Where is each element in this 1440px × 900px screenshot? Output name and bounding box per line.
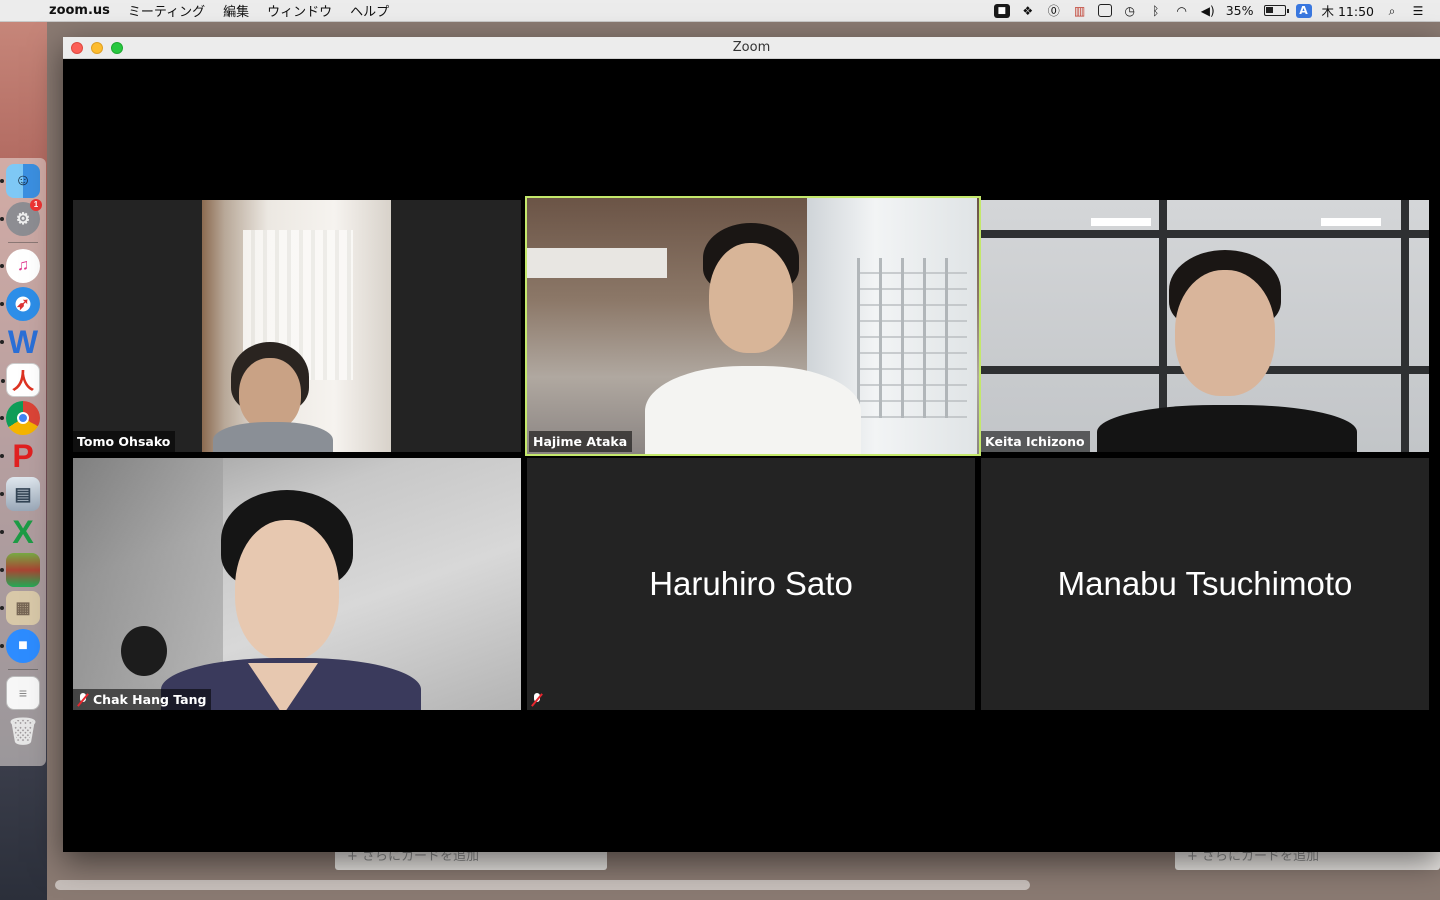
participant-display-name: Manabu Tsuchimoto <box>1057 565 1353 602</box>
badge: 1 <box>30 199 42 211</box>
close-button[interactable] <box>71 42 83 54</box>
onepassword-icon[interactable]: ⓪ <box>1046 4 1062 18</box>
zoom-window: Zoom Tomo Ohsako Hajime Ataka Keita Ichi… <box>63 37 1440 852</box>
safari-icon[interactable]: ➶ <box>0 287 40 321</box>
finder-icon[interactable]: ☺ <box>0 164 40 198</box>
bluetooth-icon[interactable]: ᛒ <box>1148 4 1164 18</box>
archive-utility-icon[interactable]: ▦ <box>0 591 40 625</box>
notification-center-icon[interactable]: ☰ <box>1410 4 1426 18</box>
participant-name-tag: Tomo Ohsako <box>73 431 176 452</box>
dropbox-icon[interactable]: ❖ <box>1020 4 1036 18</box>
participant-video <box>73 200 521 452</box>
paw-icon[interactable]: P <box>0 438 40 474</box>
istat-icon[interactable]: ▥ <box>1072 4 1088 18</box>
trash-icon[interactable]: 🗑 <box>6 714 40 748</box>
menu-help[interactable]: ヘルプ <box>341 1 398 20</box>
zoom-app-icon[interactable]: ■ <box>0 629 40 663</box>
participant-name-tag: Hajime Ataka <box>529 431 633 452</box>
muted-mic-icon <box>77 692 89 707</box>
participant-name-tag: Chak Hang Tang <box>73 689 212 710</box>
zoom-button[interactable] <box>111 42 123 54</box>
wifi-icon[interactable]: ◠ <box>1174 4 1190 18</box>
participant-video <box>981 200 1429 452</box>
zoom-camera-icon[interactable]: ■ <box>993 3 1010 18</box>
participant-tile-chak[interactable]: Chak Hang Tang <box>73 458 521 710</box>
participant-tile-hajime[interactable]: Hajime Ataka <box>525 196 981 456</box>
menu-edit[interactable]: 編集 <box>214 1 258 20</box>
system-preferences-icon[interactable]: ⚙ 1 <box>0 199 42 236</box>
itunes-icon[interactable]: ♫ <box>0 249 40 283</box>
spotlight-icon[interactable]: ⌕ <box>1384 4 1400 18</box>
clock[interactable]: 木 11:50 <box>1322 1 1375 20</box>
text-document-icon[interactable]: ≡ <box>6 676 40 710</box>
time-machine-icon[interactable]: ◷ <box>1122 4 1138 18</box>
volume-icon[interactable]: ◀) <box>1200 4 1216 18</box>
preview-icon[interactable]: ▤ <box>0 477 40 511</box>
photo-app-icon[interactable] <box>0 553 40 587</box>
participant-name-tag: Keita Ichizono <box>981 431 1090 452</box>
battery-percent: 35% <box>1225 3 1254 18</box>
window-title: Zoom <box>732 40 771 55</box>
acrobat-icon[interactable]: 人 <box>1 363 40 397</box>
participant-video <box>527 198 979 454</box>
participant-display-name: Haruhiro Sato <box>649 565 853 602</box>
status-area: ■ ❖ ⓪ ▥ ◷ ᛒ ◠ ◀) 35% A 木 11:50 ⌕ ☰ <box>993 1 1440 20</box>
participant-tile-haruhiro[interactable]: Haruhiro Sato <box>527 458 975 710</box>
excel-icon[interactable]: X <box>0 514 40 550</box>
chrome-icon[interactable] <box>0 401 40 435</box>
menu-window[interactable]: ウィンドウ <box>258 1 341 20</box>
participant-tile-keita[interactable]: Keita Ichizono <box>981 200 1429 452</box>
muted-mic-icon <box>531 693 543 707</box>
screen-icon[interactable] <box>1097 4 1112 17</box>
participant-status <box>527 690 548 710</box>
dock-separator <box>8 242 38 243</box>
horizontal-scrollbar[interactable] <box>55 880 1030 890</box>
minimize-button[interactable] <box>91 42 103 54</box>
participant-tile-manabu[interactable]: Manabu Tsuchimoto <box>981 458 1429 710</box>
dock: ☺ ⚙ 1 ♫ ➶ W 人 P ▤ X ▦ ■ ≡ 🗑 <box>0 158 46 766</box>
menu-bar: zoom.us ミーティング 編集 ウィンドウ ヘルプ ■ ❖ ⓪ ▥ ◷ ᛒ … <box>0 0 1440 22</box>
dock-separator-2 <box>8 669 38 670</box>
battery-icon[interactable] <box>1263 5 1289 16</box>
app-menu[interactable]: zoom.us <box>40 3 119 18</box>
word-icon[interactable]: W <box>0 324 40 360</box>
window-controls <box>71 42 123 54</box>
input-method-icon[interactable]: A <box>1295 3 1312 18</box>
title-bar: Zoom <box>63 37 1440 59</box>
participant-video <box>73 458 521 710</box>
menu-meeting[interactable]: ミーティング <box>119 1 214 20</box>
participant-tile-tomo[interactable]: Tomo Ohsako <box>73 200 521 452</box>
